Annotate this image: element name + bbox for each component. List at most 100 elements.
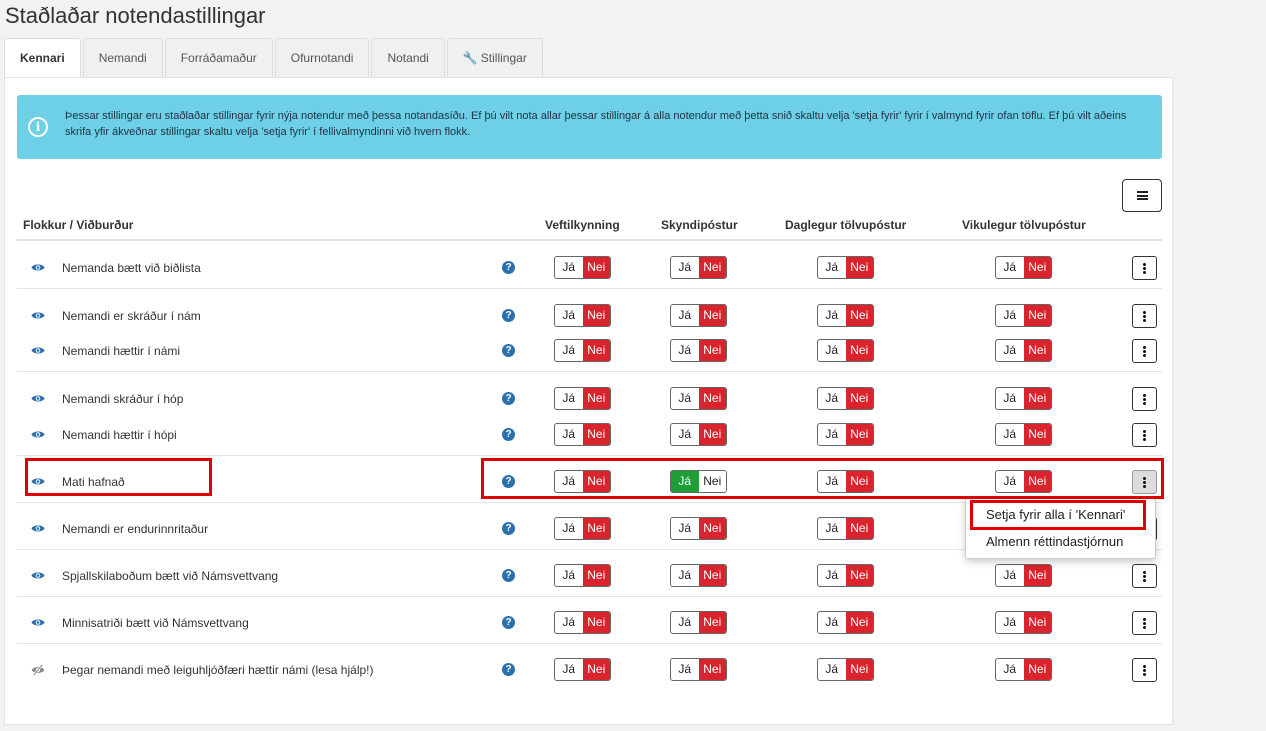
- toggle-no[interactable]: Nei: [582, 257, 610, 278]
- toggle-no[interactable]: Nei: [582, 565, 610, 586]
- yes-no-toggle[interactable]: JáNei: [554, 658, 611, 681]
- toggle-no[interactable]: Nei: [582, 388, 610, 409]
- eye-icon[interactable]: [31, 476, 45, 487]
- yes-no-toggle[interactable]: JáNei: [670, 564, 727, 587]
- yes-no-toggle[interactable]: JáNei: [554, 517, 611, 540]
- row-options-button[interactable]: [1132, 470, 1157, 494]
- yes-no-toggle[interactable]: JáNei: [554, 470, 611, 493]
- toggle-no[interactable]: Nei: [698, 612, 726, 633]
- yes-no-toggle[interactable]: JáNei: [554, 564, 611, 587]
- toggle-yes[interactable]: Já: [555, 424, 583, 445]
- help-icon[interactable]: ?: [502, 392, 515, 405]
- yes-no-toggle[interactable]: JáNei: [554, 304, 611, 327]
- yes-no-toggle[interactable]: JáNei: [995, 387, 1052, 410]
- help-icon[interactable]: ?: [502, 428, 515, 441]
- yes-no-toggle[interactable]: JáNei: [817, 470, 874, 493]
- toggle-yes[interactable]: Já: [996, 388, 1024, 409]
- toggle-yes[interactable]: Já: [671, 424, 699, 445]
- toggle-yes[interactable]: Já: [818, 257, 846, 278]
- yes-no-toggle[interactable]: JáNei: [817, 517, 874, 540]
- toggle-no[interactable]: Nei: [698, 340, 726, 361]
- toggle-no[interactable]: Nei: [1023, 305, 1051, 326]
- toggle-yes[interactable]: Já: [671, 518, 699, 539]
- toggle-no[interactable]: Nei: [1023, 388, 1051, 409]
- toggle-no[interactable]: Nei: [845, 565, 873, 586]
- toggle-no[interactable]: Nei: [698, 518, 726, 539]
- help-icon[interactable]: ?: [502, 663, 515, 676]
- toggle-yes[interactable]: Já: [996, 659, 1024, 680]
- yes-no-toggle[interactable]: JáNei: [817, 564, 874, 587]
- yes-no-toggle[interactable]: JáNei: [817, 423, 874, 446]
- yes-no-toggle[interactable]: JáNei: [817, 339, 874, 362]
- toggle-yes[interactable]: Já: [996, 257, 1024, 278]
- tab-nemandi[interactable]: Nemandi: [82, 38, 163, 77]
- toggle-yes[interactable]: Já: [671, 471, 699, 492]
- tab-forradamadur[interactable]: Forráðamaður: [164, 38, 273, 77]
- toggle-no[interactable]: Nei: [582, 518, 610, 539]
- yes-no-toggle[interactable]: JáNei: [554, 611, 611, 634]
- toggle-no[interactable]: Nei: [698, 471, 726, 492]
- help-icon[interactable]: ?: [502, 309, 515, 322]
- eye-slash-icon[interactable]: [31, 664, 45, 676]
- toggle-no[interactable]: Nei: [582, 612, 610, 633]
- yes-no-toggle[interactable]: JáNei: [670, 517, 727, 540]
- toggle-no[interactable]: Nei: [845, 518, 873, 539]
- toggle-no[interactable]: Nei: [845, 471, 873, 492]
- set-for-all-kennari-option[interactable]: Setja fyrir alla í 'Kennari': [986, 507, 1125, 522]
- yes-no-toggle[interactable]: JáNei: [670, 256, 727, 279]
- yes-no-toggle[interactable]: JáNei: [554, 256, 611, 279]
- help-icon[interactable]: ?: [502, 475, 515, 488]
- yes-no-toggle[interactable]: JáNei: [670, 611, 727, 634]
- toggle-no[interactable]: Nei: [698, 388, 726, 409]
- eye-icon[interactable]: [31, 523, 45, 534]
- toggle-no[interactable]: Nei: [698, 659, 726, 680]
- toggle-no[interactable]: Nei: [845, 424, 873, 445]
- toggle-yes[interactable]: Já: [555, 340, 583, 361]
- toggle-yes[interactable]: Já: [555, 388, 583, 409]
- yes-no-toggle[interactable]: JáNei: [670, 387, 727, 410]
- toggle-yes[interactable]: Já: [818, 518, 846, 539]
- tab-stillingar[interactable]: 🔧 Stillingar: [446, 38, 543, 77]
- help-icon[interactable]: ?: [502, 344, 515, 357]
- tab-notandi[interactable]: Notandi: [371, 38, 445, 77]
- toggle-yes[interactable]: Já: [671, 565, 699, 586]
- yes-no-toggle[interactable]: JáNei: [670, 304, 727, 327]
- yes-no-toggle[interactable]: JáNei: [817, 658, 874, 681]
- toggle-yes[interactable]: Já: [671, 612, 699, 633]
- help-icon[interactable]: ?: [502, 261, 515, 274]
- toggle-no[interactable]: Nei: [582, 340, 610, 361]
- toggle-no[interactable]: Nei: [845, 257, 873, 278]
- toggle-yes[interactable]: Já: [818, 305, 846, 326]
- yes-no-toggle[interactable]: JáNei: [554, 339, 611, 362]
- toggle-yes[interactable]: Já: [818, 565, 846, 586]
- toggle-no[interactable]: Nei: [1023, 340, 1051, 361]
- general-permissions-option[interactable]: Almenn réttindastjórnun: [986, 534, 1123, 549]
- row-options-button[interactable]: [1132, 387, 1157, 411]
- toggle-no[interactable]: Nei: [1023, 659, 1051, 680]
- toggle-yes[interactable]: Já: [996, 340, 1024, 361]
- yes-no-toggle[interactable]: JáNei: [670, 423, 727, 446]
- eye-icon[interactable]: [31, 310, 45, 321]
- yes-no-toggle[interactable]: JáNei: [670, 339, 727, 362]
- yes-no-toggle[interactable]: JáNei: [995, 339, 1052, 362]
- toggle-yes[interactable]: Já: [671, 305, 699, 326]
- toggle-no[interactable]: Nei: [582, 471, 610, 492]
- toggle-yes[interactable]: Já: [818, 659, 846, 680]
- toggle-no[interactable]: Nei: [698, 257, 726, 278]
- toggle-no[interactable]: Nei: [845, 612, 873, 633]
- row-options-button[interactable]: [1132, 339, 1157, 363]
- toggle-yes[interactable]: Já: [671, 659, 699, 680]
- yes-no-toggle[interactable]: JáNei: [995, 304, 1052, 327]
- toggle-no[interactable]: Nei: [698, 305, 726, 326]
- toggle-no[interactable]: Nei: [582, 659, 610, 680]
- tab-kennari[interactable]: Kennari: [4, 38, 81, 78]
- row-options-button[interactable]: [1132, 256, 1157, 280]
- yes-no-toggle[interactable]: JáNei: [995, 423, 1052, 446]
- toggle-yes[interactable]: Já: [555, 257, 583, 278]
- toggle-yes[interactable]: Já: [818, 471, 846, 492]
- yes-no-toggle[interactable]: JáNei: [817, 387, 874, 410]
- table-menu-button[interactable]: [1122, 179, 1162, 212]
- eye-icon[interactable]: [31, 393, 45, 404]
- toggle-yes[interactable]: Já: [671, 340, 699, 361]
- yes-no-toggle[interactable]: JáNei: [554, 423, 611, 446]
